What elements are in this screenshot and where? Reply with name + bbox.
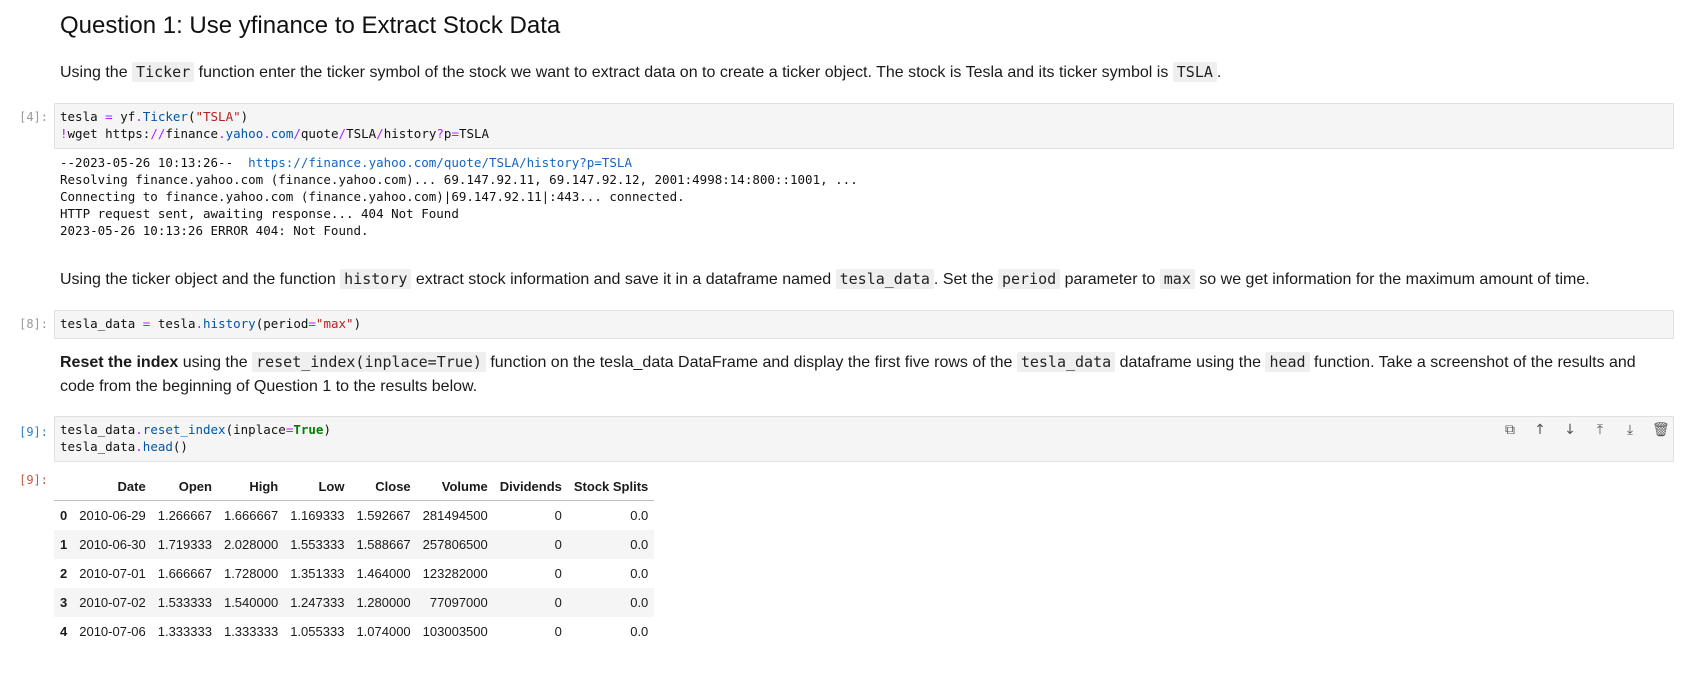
- cell9-output-prompt: [9]:: [19, 473, 48, 487]
- row-index: 1: [60, 537, 68, 552]
- column-header: Dividends: [493, 472, 568, 501]
- table-cell: 1.351333: [290, 566, 345, 581]
- table-row: 0 2010-06-29 1.266667 1.666667 1.169333 1.592…: [54, 500, 655, 530]
- table-cell: 257806500: [422, 537, 488, 552]
- table-cell: 1.666667: [157, 566, 212, 581]
- table-row: 2 2010-07-01 1.666667 1.728000 1.351333 1.464…: [54, 559, 655, 588]
- table-cell: 2010-07-06: [79, 624, 146, 639]
- reset-index-paragraph: Reset the index using the reset_index(in…: [60, 352, 1636, 395]
- column-header: Date: [73, 472, 152, 501]
- intro-paragraph: Using the Ticker function enter the tick…: [60, 62, 1222, 82]
- column-header: Open: [151, 472, 218, 501]
- cell4-code-editor[interactable]: tesla = yf.Ticker("TSLA") !wget https://…: [54, 103, 1674, 149]
- inline-code-max: max: [1159, 269, 1195, 289]
- markdown-cell-history[interactable]: Using the ticker object and the function…: [60, 267, 1672, 292]
- column-header: [54, 472, 74, 501]
- table-cell: 1.247333: [290, 595, 345, 610]
- cell9-prompt: [9]:: [19, 425, 48, 439]
- inline-code-tsla: TSLA: [1172, 62, 1217, 82]
- markdown-cell-reset-index[interactable]: Reset the index using the reset_index(in…: [60, 350, 1672, 399]
- table-cell: 1.464000: [356, 566, 411, 581]
- output-link[interactable]: https://finance.yahoo.com/quote/TSLA/his…: [248, 155, 632, 170]
- markdown-cell-intro[interactable]: Using the Ticker function enter the tick…: [60, 60, 1672, 85]
- inline-code-tesla-data: tesla_data: [835, 269, 934, 289]
- table-cell: 0.0: [630, 508, 649, 523]
- history-paragraph: Using the ticker object and the function…: [60, 269, 1590, 289]
- table-row: 1 2010-06-30 1.719333 2.028000 1.553333 1.588…: [54, 530, 655, 559]
- cell4-output: --2023-05-26 10:13:26-- https://finance.…: [60, 155, 858, 238]
- table-cell: 0: [554, 566, 562, 581]
- row-index: 4: [60, 624, 68, 639]
- inline-code-period: period: [997, 269, 1061, 289]
- table-cell: 1.592667: [356, 508, 411, 523]
- table-cell: 0.0: [630, 566, 649, 581]
- cell9-code-editor[interactable]: tesla_data.reset_index(inplace=True) tes…: [54, 416, 1674, 462]
- table-cell: 1.055333: [290, 624, 345, 639]
- table-cell: 1.553333: [290, 537, 345, 552]
- table-row: 3 2010-07-02 1.533333 1.540000 1.247333 1.280…: [54, 588, 655, 617]
- copy-icon[interactable]: ⧉: [1502, 422, 1518, 438]
- table-cell: 77097000: [429, 595, 488, 610]
- table-cell: 0.0: [630, 624, 649, 639]
- inline-code-history: history: [340, 269, 412, 289]
- table-cell: 2.028000: [223, 537, 279, 552]
- table-cell: 2010-06-29: [79, 508, 146, 523]
- column-header: Close: [350, 472, 417, 501]
- inline-code-reset-index: reset_index(inplace=True): [252, 352, 486, 372]
- table-cell: 1.074000: [356, 624, 411, 639]
- column-header: Volume: [416, 472, 494, 501]
- question-heading: Question 1: Use yfinance to Extract Stoc…: [60, 12, 561, 39]
- table-cell: 281494500: [422, 508, 488, 523]
- notebook: Question 1: Use yfinance to Extract Stoc…: [0, 0, 1690, 673]
- table-cell: 1.533333: [157, 595, 212, 610]
- table-cell: 1.266667: [157, 508, 212, 523]
- table-cell: 0: [554, 624, 562, 639]
- table-cell: 0: [554, 595, 562, 610]
- cell-toolbar: ⧉ ↑ ↓ ⤒ ⤓ 🗑: [1502, 422, 1670, 438]
- table-cell: 1.719333: [157, 537, 212, 552]
- column-header: Stock Splits: [567, 472, 655, 501]
- table-cell: 1.333333: [157, 624, 212, 639]
- inline-code-ticker: Ticker: [132, 62, 195, 82]
- row-index: 3: [60, 595, 68, 610]
- table-cell: 1.588667: [356, 537, 411, 552]
- table-cell: 1.728000: [223, 566, 279, 581]
- table-cell: 0: [554, 508, 562, 523]
- table-cell: 2010-07-01: [79, 566, 146, 581]
- table-cell: 0: [554, 537, 562, 552]
- insert-below-icon[interactable]: ⤓: [1622, 422, 1638, 438]
- inline-code-tesla-data: tesla_data: [1016, 352, 1116, 372]
- table-row: 4 2010-07-06 1.333333 1.333333 1.055333 1.074…: [54, 617, 655, 646]
- table-cell: 123282000: [422, 566, 488, 581]
- table-cell: 1.333333: [223, 624, 279, 639]
- column-header: High: [217, 472, 285, 501]
- arrow-up-icon[interactable]: ↑: [1532, 422, 1548, 438]
- trash-icon[interactable]: 🗑: [1652, 422, 1670, 438]
- arrow-down-icon[interactable]: ↓: [1562, 422, 1578, 438]
- table-cell: 0.0: [630, 537, 649, 552]
- column-header: Low: [284, 472, 351, 501]
- table-cell: 1.666667: [223, 508, 279, 523]
- table-cell: 1.540000: [223, 595, 279, 610]
- inline-code-head: head: [1265, 352, 1310, 372]
- table-cell: 1.280000: [356, 595, 411, 610]
- cell8-prompt: [8]:: [19, 317, 48, 331]
- table-cell: 2010-06-30: [79, 537, 146, 552]
- row-index: 0: [60, 508, 68, 523]
- cell4-prompt: [4]:: [19, 110, 48, 124]
- table-header-row: Date Open High Low Close Volume Dividend…: [54, 472, 655, 501]
- dataframe-table: Date Open High Low Close Volume Dividend…: [54, 472, 655, 646]
- markdown-cell-question1[interactable]: Question 1: Use yfinance to Extract Stoc…: [60, 12, 1672, 40]
- table-cell: 1.169333: [290, 508, 345, 523]
- table-cell: 2010-07-02: [79, 595, 146, 610]
- table-cell: 103003500: [422, 624, 488, 639]
- table-cell: 0.0: [630, 595, 649, 610]
- row-index: 2: [60, 566, 68, 581]
- insert-above-icon[interactable]: ⤒: [1592, 422, 1608, 438]
- cell8-code-editor[interactable]: tesla_data = tesla.history(period="max"): [54, 310, 1674, 339]
